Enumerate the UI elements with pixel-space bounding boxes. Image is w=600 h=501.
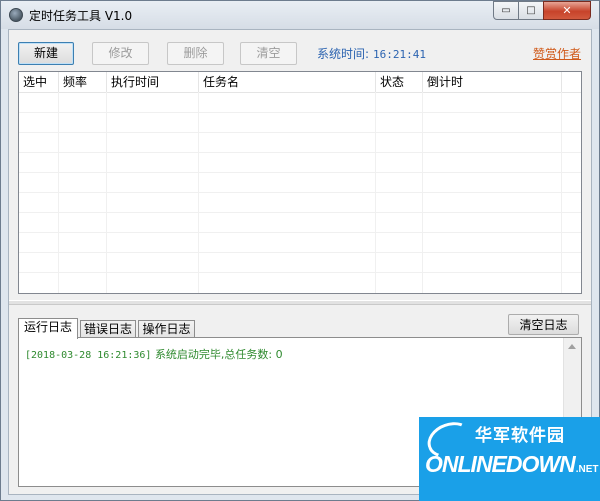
watermark-en-text: ONLINEDOWN.NET (425, 451, 599, 478)
clear-log-button[interactable]: 清空日志 (508, 314, 579, 335)
grid-line (19, 152, 581, 153)
grid-line (19, 212, 581, 213)
grid-line (19, 272, 581, 273)
tab-run-log[interactable]: 运行日志 (18, 318, 78, 339)
grid-line (19, 232, 581, 233)
column-header-exec-time[interactable]: 执行时间 (107, 72, 199, 92)
system-time-value: 16:21:41 (373, 48, 427, 61)
maximize-icon: □ (526, 4, 536, 16)
grid-line (561, 92, 562, 293)
clear-button[interactable]: 清空 (240, 42, 297, 65)
column-header-countdown[interactable]: 倒计时 (423, 72, 562, 92)
site-watermark: 华军软件园 ONLINEDOWN.NET (419, 417, 600, 501)
grid-line (19, 172, 581, 173)
close-icon: ✕ (562, 4, 572, 17)
grid-line (375, 92, 376, 293)
grid-line (198, 92, 199, 293)
new-button[interactable]: 新建 (18, 42, 74, 65)
column-header-select[interactable]: 选中 (19, 72, 59, 92)
watermark-suffix: .NET (575, 464, 599, 475)
tab-operation-log[interactable]: 操作日志 (138, 320, 195, 338)
grid-line (19, 252, 581, 253)
column-header-task-name[interactable]: 任务名 (199, 72, 376, 92)
grid-line (58, 92, 59, 293)
watermark-brand: ONLINEDOWN (425, 451, 576, 477)
window-title: 定时任务工具 V1.0 (29, 9, 133, 23)
grid-line (106, 92, 107, 293)
log-message: 系统启动完毕,总任务数: 0 (154, 348, 283, 361)
task-table-header: 选中 频率 执行时间 任务名 状态 倒计时 (19, 72, 581, 93)
donate-author-link[interactable]: 赞赏作者 (533, 45, 581, 62)
maximize-button[interactable]: □ (518, 1, 544, 20)
scroll-up-icon[interactable] (568, 344, 576, 349)
app-clock-icon (9, 8, 23, 22)
minimize-icon: ▭ (501, 4, 511, 16)
system-time-label: 系统时间: (317, 47, 370, 61)
grid-line (19, 112, 581, 113)
title-bar[interactable]: 定时任务工具 V1.0 ▭ □ ✕ (1, 1, 599, 29)
tab-error-log[interactable]: 错误日志 (80, 320, 136, 338)
column-header-frequency[interactable]: 频率 (59, 72, 107, 92)
edit-button[interactable]: 修改 (92, 42, 149, 65)
grid-line (422, 92, 423, 293)
system-time: 系统时间: 16:21:41 (317, 45, 426, 62)
panel-splitter[interactable] (9, 300, 591, 305)
log-line: [2018-03-28 16:21:36] 系统启动完毕,总任务数: 0 (25, 346, 283, 362)
task-table[interactable]: 选中 频率 执行时间 任务名 状态 倒计时 (18, 71, 582, 294)
watermark-cn-text: 华军软件园 (475, 426, 565, 446)
grid-line (19, 192, 581, 193)
grid-line (19, 132, 581, 133)
delete-button[interactable]: 删除 (167, 42, 224, 65)
column-header-status[interactable]: 状态 (376, 72, 423, 92)
log-timestamp: [2018-03-28 16:21:36] (25, 350, 152, 361)
close-button[interactable]: ✕ (543, 1, 591, 20)
minimize-button[interactable]: ▭ (493, 1, 519, 20)
